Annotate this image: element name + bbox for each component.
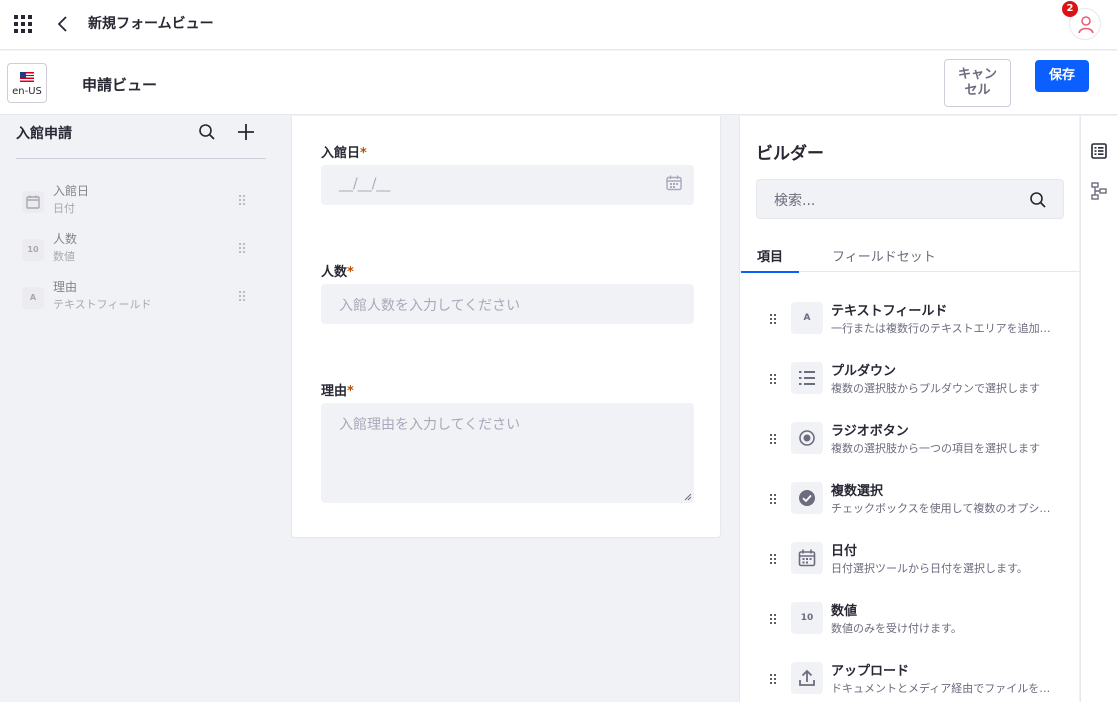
sidebar-field-type: 数値	[53, 250, 75, 263]
builder-item-name: 複数選択	[831, 484, 884, 499]
builder-item-date[interactable]: 日付 日付選択ツールから日付を選択します。	[756, 540, 1066, 586]
sidebar-field-type: テキストフィールド	[53, 298, 152, 311]
fields-sidebar: 入館申請 入館日 日付 10 人数 数値 A 理由 テキストフィールド	[0, 116, 278, 702]
form-canvas: 入館日* __/__/__ 人数* 入館人数を入力してください 理由* 入館理由…	[291, 116, 721, 538]
notification-badge: 2	[1062, 1, 1078, 17]
search-icon[interactable]	[198, 123, 216, 141]
builder-item-desc: 複数の選択肢からプルダウンで選択します	[831, 382, 1040, 395]
locale-selector[interactable]: en-US	[7, 63, 47, 103]
text-icon: A	[791, 302, 823, 334]
builder-item-desc: 日付選択ツールから日付を選択します。	[831, 562, 1028, 575]
tab-items[interactable]: 項目	[741, 246, 800, 273]
reason-textarea[interactable]: 入館理由を入力してください	[321, 403, 694, 503]
builder-tabs: 項目 フィールドセット	[740, 240, 1080, 273]
drag-handle-icon[interactable]	[238, 290, 246, 302]
sidebar-field-name: 入館日	[53, 184, 90, 198]
calendar-icon[interactable]	[666, 175, 682, 191]
us-flag-icon	[20, 72, 34, 82]
number-icon: 10	[22, 239, 44, 261]
calendar-icon	[791, 542, 823, 574]
drag-handle-icon[interactable]	[238, 194, 246, 206]
drag-handle-icon[interactable]	[769, 313, 777, 325]
required-mark: *	[347, 384, 354, 399]
page-title: 新規フォームビュー	[88, 16, 214, 32]
locale-label: en-US	[12, 86, 42, 97]
save-button[interactable]: 保存	[1035, 60, 1089, 92]
builder-item-name: アップロード	[831, 664, 910, 679]
radio-icon	[791, 422, 823, 454]
cancel-button[interactable]: キャン セル	[944, 59, 1011, 107]
back-arrow-icon[interactable]	[52, 13, 74, 35]
form-view-title: 申請ビュー	[82, 76, 158, 94]
sidebar-title: 入館申請	[16, 126, 72, 142]
check-circle-icon	[791, 482, 823, 514]
sidebar-field-name: 人数	[53, 232, 78, 246]
builder-search-input[interactable]: 検索...	[756, 179, 1064, 219]
required-mark: *	[360, 146, 367, 161]
sidebar-divider	[16, 158, 266, 159]
required-mark: *	[347, 265, 354, 280]
sidebar-field-item[interactable]: 入館日 日付	[16, 182, 266, 222]
builder-item-number[interactable]: 10 数値 数値のみを受け付けます。	[756, 600, 1066, 646]
field-label-people-count: 人数*	[321, 265, 354, 280]
field-label-reason: 理由*	[321, 384, 354, 399]
builder-item-name: 日付	[831, 544, 858, 559]
reason-placeholder: 入館理由を入力してください	[339, 417, 521, 433]
field-label-entry-date: 入館日*	[321, 146, 367, 161]
builder-item-name: 数値	[831, 604, 858, 619]
builder-item-desc: 数値のみを受け付けます。	[831, 622, 962, 635]
builder-item-radio[interactable]: ラジオボタン 複数の選択肢から一つの項目を選択します	[756, 420, 1066, 466]
calendar-icon	[22, 191, 44, 213]
top-bar: 新規フォームビュー 2	[0, 0, 1117, 50]
sidebar-field-item[interactable]: A 理由 テキストフィールド	[16, 278, 266, 318]
builder-item-name: プルダウン	[831, 364, 897, 379]
drag-handle-icon[interactable]	[769, 673, 777, 685]
user-icon	[1078, 16, 1094, 34]
builder-item-name: テキストフィールド	[831, 304, 948, 319]
drag-handle-icon[interactable]	[769, 433, 777, 445]
drag-handle-icon[interactable]	[238, 242, 246, 254]
apps-grid-icon[interactable]	[14, 15, 32, 33]
drag-handle-icon[interactable]	[769, 493, 777, 505]
upload-icon	[791, 662, 823, 694]
rules-icon[interactable]	[1091, 182, 1107, 200]
builder-item-upload[interactable]: アップロード ドキュメントとメディア経由でファイルを送信します	[756, 660, 1066, 702]
sidebar-field-item[interactable]: 10 人数 数値	[16, 230, 266, 270]
builder-item-desc: チェックボックスを使用して複数のオプションを選択します	[831, 502, 1051, 515]
people-count-input[interactable]: 入館人数を入力してください	[321, 284, 694, 324]
drag-handle-icon[interactable]	[769, 553, 777, 565]
text-icon: A	[22, 287, 44, 309]
sidebar-field-type: 日付	[53, 202, 75, 215]
tab-fieldsets[interactable]: フィールドセット	[832, 246, 936, 271]
builder-title: ビルダー	[756, 144, 824, 164]
drag-handle-icon[interactable]	[769, 613, 777, 625]
entry-date-input[interactable]: __/__/__	[321, 165, 694, 205]
builder-item-desc: 複数の選択肢から一つの項目を選択します	[831, 442, 1040, 455]
number-icon: 10	[791, 602, 823, 634]
builder-item-multi-select[interactable]: 複数選択 チェックボックスを使用して複数のオプションを選択します	[756, 480, 1066, 526]
builder-item-desc: ドキュメントとメディア経由でファイルを送信します	[831, 682, 1051, 695]
people-count-placeholder: 入館人数を入力してください	[339, 298, 521, 314]
list-icon	[791, 362, 823, 394]
entry-date-placeholder: __/__/__	[339, 176, 391, 192]
right-rail	[1080, 116, 1117, 702]
cancel-label: キャン セル	[957, 67, 997, 98]
builder-item-text-field[interactable]: A テキストフィールド 一行または複数行のテキストエリアを追加します	[756, 300, 1066, 346]
builder-item-name: ラジオボタン	[831, 424, 909, 439]
fields-list-icon[interactable]	[1091, 143, 1107, 159]
add-icon[interactable]	[236, 122, 256, 142]
builder-item-dropdown[interactable]: プルダウン 複数の選択肢からプルダウンで選択します	[756, 360, 1066, 406]
builder-item-desc: 一行または複数行のテキストエリアを追加します	[831, 322, 1051, 335]
resize-handle-icon[interactable]	[684, 493, 692, 501]
sidebar-field-name: 理由	[53, 280, 78, 294]
builder-search-placeholder: 検索...	[774, 193, 816, 209]
search-icon[interactable]	[1029, 191, 1047, 209]
builder-panel: ビルダー 検索... 項目 フィールドセット A テキストフィールド 一行または…	[739, 116, 1080, 702]
form-toolbar: en-US 申請ビュー キャン セル 保存	[0, 51, 1117, 115]
drag-handle-icon[interactable]	[769, 373, 777, 385]
